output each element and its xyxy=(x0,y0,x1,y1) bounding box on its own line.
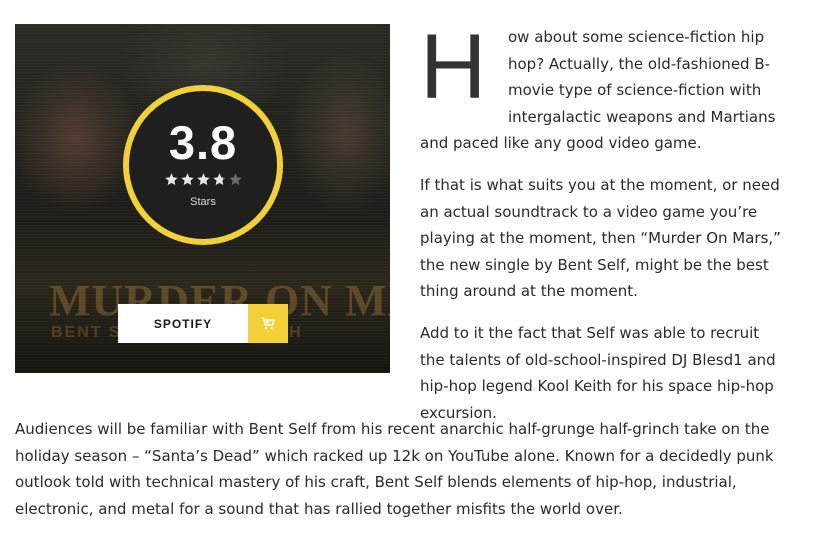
article-paragraph-1: How about some science-fiction hip hop? … xyxy=(420,16,788,157)
rating-score: 3.8 xyxy=(168,116,238,169)
star-icon xyxy=(164,173,178,186)
article-paragraph-2: If that is what suits you at the moment,… xyxy=(420,176,781,301)
article-paragraph-4: Audiences will be familiar with Bent Sel… xyxy=(15,420,774,518)
rating-badge: 3.8 Stars xyxy=(123,85,283,245)
rating-stars xyxy=(129,172,277,192)
star-icon xyxy=(180,173,194,186)
rating-label: Stars xyxy=(190,196,216,208)
shopping-cart-icon[interactable] xyxy=(248,304,288,343)
drop-cap: H xyxy=(420,16,487,118)
article-paragraph-3: Add to it the fact that Self was able to… xyxy=(420,324,776,422)
review-card: MURDER ON MARS BENT SELF & KOOL KEITH 3.… xyxy=(15,24,390,373)
spotify-button[interactable]: SPOTIFY xyxy=(118,304,288,343)
spotify-button-label[interactable]: SPOTIFY xyxy=(118,304,248,343)
star-icon xyxy=(228,173,242,186)
star-icon xyxy=(212,173,226,186)
star-icon xyxy=(196,173,210,186)
